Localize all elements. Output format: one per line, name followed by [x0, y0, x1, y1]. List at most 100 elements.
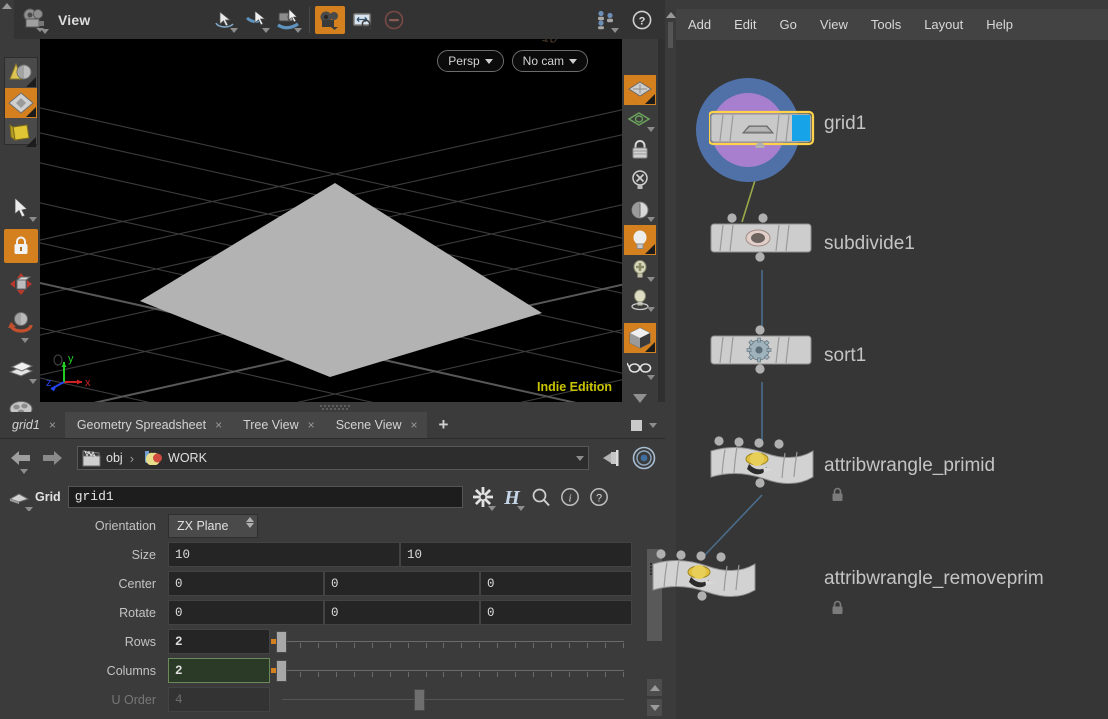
shading-mode-toggle[interactable]: [624, 195, 656, 225]
select-object-mode[interactable]: [5, 58, 37, 88]
gear-button[interactable]: [472, 486, 496, 511]
people-icon[interactable]: [591, 6, 621, 34]
display-geometry-toggle[interactable]: [624, 75, 656, 105]
path-input[interactable]: obj › WORK: [77, 446, 589, 470]
columns-input[interactable]: 2: [168, 658, 270, 683]
grid-plane-icon[interactable]: [7, 486, 33, 512]
tab-label: Scene View: [335, 418, 402, 432]
ghost-toggle[interactable]: [624, 165, 656, 195]
menu-help[interactable]: Help: [986, 17, 1013, 32]
network-pane-handle[interactable]: [665, 8, 676, 719]
snapshot-tool[interactable]: [347, 6, 377, 34]
size-x-input[interactable]: 10: [168, 542, 400, 567]
display-options-toggle[interactable]: [624, 323, 656, 353]
menu-layout[interactable]: Layout: [924, 17, 963, 32]
arrow-right-icon[interactable]: [41, 449, 63, 467]
close-icon[interactable]: ×: [308, 418, 315, 432]
add-light-toggle[interactable]: [624, 255, 656, 285]
tab-scene-view[interactable]: Scene View ×: [323, 412, 427, 438]
close-icon[interactable]: ×: [410, 418, 417, 432]
node-body[interactable]: [709, 210, 817, 268]
parameter-scroll-column: [644, 511, 665, 719]
pane-drag-handle[interactable]: [320, 405, 354, 411]
move-tool[interactable]: [4, 267, 38, 301]
add-tab-button[interactable]: +: [427, 412, 461, 438]
rows-input[interactable]: 2: [168, 629, 270, 654]
arrow-left-icon[interactable]: [10, 449, 32, 467]
tab-geometry-spreadsheet[interactable]: Geometry Spreadsheet ×: [64, 412, 232, 438]
node-body[interactable]: [709, 110, 817, 148]
triangle-up-icon: [649, 684, 660, 691]
menu-go[interactable]: Go: [780, 17, 797, 32]
close-icon[interactable]: ×: [49, 418, 56, 432]
orientation-menu[interactable]: ZX Plane: [168, 513, 258, 538]
scroll-down-button[interactable]: [647, 699, 662, 716]
target-icon[interactable]: [632, 446, 656, 470]
param-label: Columns: [106, 663, 156, 678]
display-template-toggle[interactable]: [624, 105, 656, 135]
chevron-down-icon[interactable]: [576, 455, 584, 461]
node-body[interactable]: [709, 322, 817, 380]
menu-view[interactable]: View: [820, 17, 848, 32]
handles-tool[interactable]: [242, 6, 272, 34]
path-segment-obj[interactable]: obj: [82, 449, 123, 467]
network-canvas[interactable]: grid1 subdivide1 sort1 attribwrangle_pri…: [652, 40, 1108, 719]
maximize-pane-button[interactable]: [631, 419, 642, 431]
help-icon[interactable]: ?: [589, 487, 609, 507]
info-icon[interactable]: i: [560, 487, 580, 507]
headlight-toggle[interactable]: [624, 285, 656, 315]
rotate-z-input[interactable]: 0: [480, 600, 632, 625]
path-segment-work[interactable]: WORK: [141, 449, 207, 468]
node-body[interactable]: [651, 546, 765, 608]
scale-tool[interactable]: [4, 353, 38, 387]
node-name-input[interactable]: grid1: [67, 485, 463, 508]
slider-handle[interactable]: [276, 660, 287, 682]
center-x-input[interactable]: 0: [168, 571, 324, 596]
menu-add[interactable]: Add: [688, 17, 711, 32]
view-tool[interactable]: [274, 6, 304, 34]
stepper[interactable]: [246, 516, 254, 528]
select-geometry-mode[interactable]: [5, 88, 37, 118]
chevron-down-icon: [29, 379, 37, 384]
center-z-input[interactable]: 0: [480, 571, 632, 596]
camera-icon[interactable]: [22, 7, 50, 34]
slider-handle[interactable]: [276, 631, 287, 653]
scroll-up-button[interactable]: [647, 679, 662, 696]
select-dynamics-mode[interactable]: [5, 118, 37, 148]
xray-toggle[interactable]: [624, 353, 656, 383]
rotate-tool[interactable]: [4, 305, 38, 343]
menu-edit[interactable]: Edit: [734, 17, 756, 32]
rows-slider[interactable]: [270, 629, 630, 654]
center-y-input[interactable]: 0: [324, 571, 480, 596]
pane-collapse-handle[interactable]: [0, 0, 14, 39]
viewport-camera[interactable]: No cam: [511, 50, 588, 72]
size-y-input[interactable]: 10: [400, 542, 632, 567]
search-icon[interactable]: [531, 487, 551, 507]
node-body[interactable]: [709, 433, 823, 495]
menu-tools[interactable]: Tools: [871, 17, 901, 32]
select-tool[interactable]: [210, 6, 240, 34]
pane-splitter[interactable]: [668, 22, 673, 48]
viewport-3d[interactable]: 10 x y z Indie Edition Persp: [40, 39, 622, 402]
stop-tool[interactable]: [379, 6, 409, 34]
columns-slider[interactable]: [270, 658, 630, 683]
viewport-projection[interactable]: Persp: [437, 50, 504, 72]
pane-menu-icon[interactable]: [649, 422, 657, 428]
rotate-y-input[interactable]: 0: [324, 600, 480, 625]
select-arrow-tool[interactable]: [4, 191, 38, 225]
chevron-down-icon[interactable]: [20, 469, 28, 474]
pin-icon[interactable]: [601, 449, 623, 467]
help-button[interactable]: ?: [627, 6, 657, 34]
lighting-toggle[interactable]: [624, 225, 656, 255]
rotate-x-input[interactable]: 0: [168, 600, 324, 625]
selectable-toggle[interactable]: [624, 135, 656, 165]
toolbar-divider: [309, 6, 311, 33]
tab-tree-view[interactable]: Tree View ×: [231, 412, 324, 438]
tab-grid1[interactable]: grid1 ×: [0, 412, 65, 438]
camera-tool[interactable]: [315, 5, 346, 34]
close-icon[interactable]: ×: [215, 418, 222, 432]
secure-selection-tool[interactable]: [4, 229, 38, 263]
more-options[interactable]: [624, 383, 656, 413]
houdini-h-button[interactable]: H: [502, 487, 525, 511]
viewport-scrollbar[interactable]: [658, 39, 665, 402]
